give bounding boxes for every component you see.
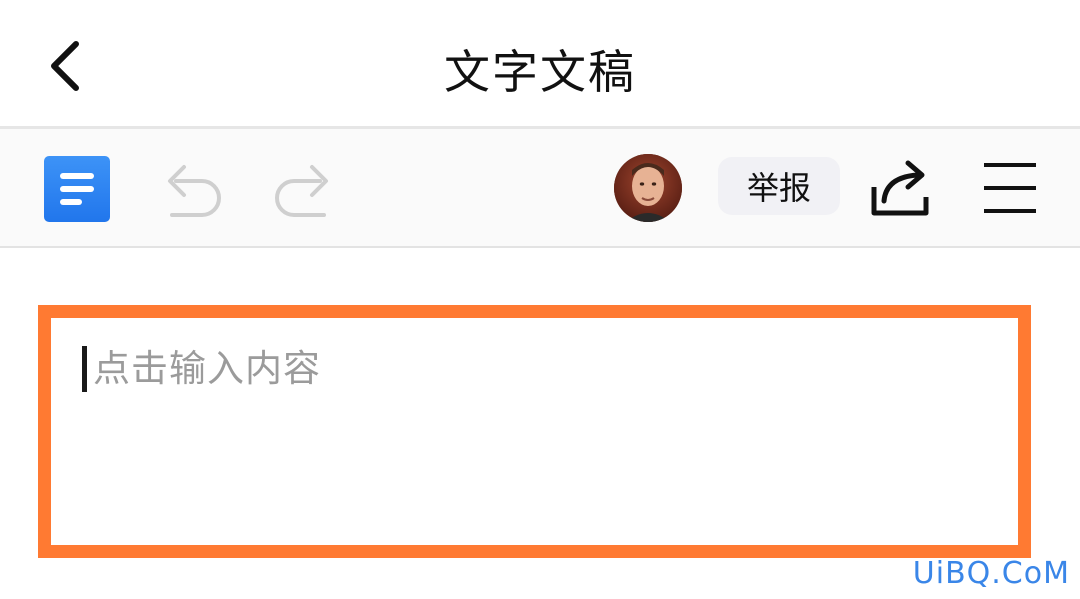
document-text-input[interactable]: 点击输入内容 bbox=[68, 334, 1001, 529]
report-button[interactable]: 举报 bbox=[718, 157, 840, 215]
editor-toolbar: 举报 bbox=[0, 129, 1080, 246]
share-icon bbox=[871, 160, 929, 216]
watermark: UiBQ.CoM bbox=[912, 556, 1070, 591]
page-title: 文字文稿 bbox=[444, 45, 636, 99]
undo-icon bbox=[168, 165, 221, 217]
menu-button[interactable] bbox=[980, 159, 1040, 217]
text-caret bbox=[82, 346, 87, 392]
redo-button[interactable] bbox=[270, 159, 334, 219]
text-input-highlight: 点击输入内容 bbox=[38, 305, 1031, 558]
document-editor-screen: 文字文稿 举报 点击输入内容 UiBQ.CoM bbox=[0, 0, 1080, 599]
title-bar: 文字文稿 bbox=[0, 0, 1080, 128]
share-button[interactable] bbox=[868, 157, 934, 219]
document-content: 点击输入内容 bbox=[0, 248, 1080, 599]
input-placeholder: 点击输入内容 bbox=[93, 347, 321, 390]
redo-icon bbox=[275, 165, 328, 217]
avatar[interactable] bbox=[614, 154, 682, 222]
document-icon[interactable] bbox=[44, 156, 110, 222]
undo-button[interactable] bbox=[162, 159, 226, 219]
user-avatar-icon bbox=[614, 154, 682, 222]
hamburger-menu-icon bbox=[984, 163, 1036, 213]
